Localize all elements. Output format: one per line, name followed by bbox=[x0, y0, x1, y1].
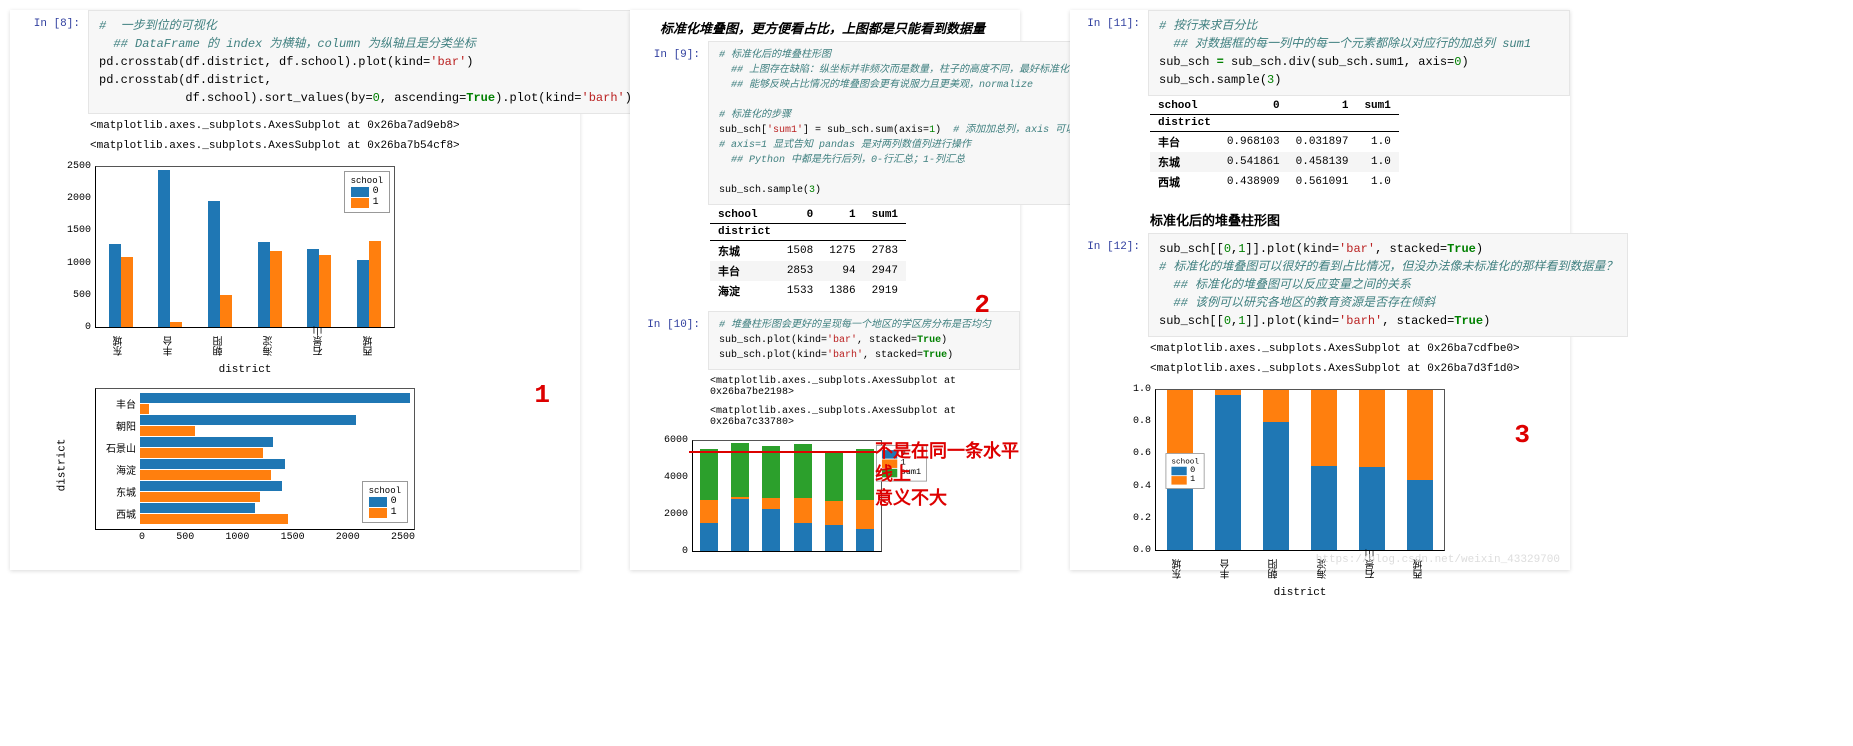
normalized-stacked-bar: 1.00.80.60.40.20.0 school 0 1 东城丰台朝阳海淀石景… bbox=[1155, 389, 1445, 551]
code-comment: ## DataFrame 的 index 为横轴，column 为纵轴且是分类坐… bbox=[99, 35, 632, 53]
annotation-text: 不是在同一条水平线上 意义不大 bbox=[875, 442, 1020, 512]
code-body-8[interactable]: # 一步到位的可视化 ## DataFrame 的 index 为横轴，colu… bbox=[88, 10, 643, 114]
legend: school 0 1 bbox=[344, 171, 390, 213]
x-ticks: 05001000150020002500 bbox=[95, 530, 415, 543]
code-line: pd.crosstab(df.district, bbox=[99, 71, 632, 89]
code-line: pd.crosstab(df.district, df.school).plot… bbox=[99, 53, 632, 71]
x-label: district bbox=[95, 364, 395, 376]
output-text: <matplotlib.axes._subplots.AxesSubplot a… bbox=[1070, 359, 1570, 379]
panel-3: In [11]: # 按行来求百分比 ## 对数据框的每一列中的每一个元素都除以… bbox=[1070, 10, 1570, 570]
prompt-in-8: In [8]: bbox=[10, 10, 88, 30]
table-row: 丰台0.9681030.0318971.0 bbox=[1150, 132, 1399, 153]
output-text: <matplotlib.axes._subplots.AxesSubplot a… bbox=[630, 372, 1020, 402]
table-row: 丰台2853942947 bbox=[710, 261, 906, 281]
prompt-in-11: In [11]: bbox=[1070, 10, 1148, 30]
legend: school 0 1 bbox=[362, 481, 408, 523]
annotation-2: 2 bbox=[974, 290, 990, 320]
code-body-10[interactable]: # 堆叠柱形图会更好的呈现每一个地区的学区房分布是否均匀 sub_sch.plo… bbox=[708, 311, 1020, 370]
table-row: 东城0.5418610.4581391.0 bbox=[1150, 152, 1399, 172]
code-comment: # 一步到位的可视化 bbox=[99, 17, 632, 35]
cell-in-11: In [11]: # 按行来求百分比 ## 对数据框的每一列中的每一个元素都除以… bbox=[1070, 10, 1570, 96]
table-row: 西城0.4389090.5610911.0 bbox=[1150, 172, 1399, 192]
y-ticks: 6000400020000 bbox=[658, 435, 688, 557]
legend: school 0 1 bbox=[1165, 453, 1204, 489]
watermark: https://blog.csdn.net/weixin_43329700 bbox=[1316, 554, 1560, 566]
y-label: district bbox=[56, 439, 68, 492]
cell-in-10: In [10]: # 堆叠柱形图会更好的呈现每一个地区的学区房分布是否均匀 su… bbox=[630, 311, 1020, 370]
heading: 标准化堆叠图，更方便看占比，上图都是只能看到数据量 bbox=[630, 10, 1020, 41]
cell-in-9: In [9]: # 标准化后的堆叠柱形图 ## 上图存在缺陷：纵坐标并非频次而是… bbox=[630, 41, 1020, 205]
table-row: 海淀153313862919 bbox=[710, 281, 906, 301]
prompt-in-12: In [12]: bbox=[1070, 233, 1148, 253]
bar-chart-grouped: 25002000150010005000 school 0 1 东城丰台朝阳海淀… bbox=[95, 166, 395, 328]
annotation-1: 1 bbox=[534, 380, 550, 410]
table-1: school01sum1 district 东城150812752783丰台28… bbox=[710, 207, 906, 301]
panel-1: In [8]: # 一步到位的可视化 ## DataFrame 的 index … bbox=[10, 10, 580, 570]
x-label: district bbox=[1155, 587, 1445, 599]
panel-2: 标准化堆叠图，更方便看占比，上图都是只能看到数据量 In [9]: # 标准化后… bbox=[630, 10, 1020, 570]
y-ticks: 25002000150010005000 bbox=[61, 161, 91, 333]
y-ticks: 1.00.80.60.40.20.0 bbox=[1121, 384, 1151, 556]
prompt-in-10: In [10]: bbox=[630, 311, 708, 331]
output-text: <matplotlib.axes._subplots.AxesSubplot a… bbox=[1070, 339, 1570, 359]
annotation-3: 3 bbox=[1514, 420, 1530, 450]
legend-title: school bbox=[369, 486, 401, 496]
legend-title: school bbox=[1171, 457, 1199, 466]
legend-title: school bbox=[351, 176, 383, 186]
code-line: df.school).sort_values(by=0, ascending=T… bbox=[99, 89, 632, 107]
heading: 标准化后的堆叠柱形图 bbox=[1070, 202, 1570, 233]
output-text: <matplotlib.axes._subplots.AxesSubplot a… bbox=[10, 116, 580, 136]
output-text: <matplotlib.axes._subplots.AxesSubplot a… bbox=[630, 402, 1020, 432]
code-body-11[interactable]: # 按行来求百分比 ## 对数据框的每一列中的每一个元素都除以对应行的加总列 s… bbox=[1148, 10, 1570, 96]
stacked-bar-chart: 6000400020000 0 1 sum1 bbox=[692, 440, 882, 552]
table-row: 东城150812752783 bbox=[710, 241, 906, 262]
cell-in-8: In [8]: # 一步到位的可视化 ## DataFrame 的 index … bbox=[10, 10, 580, 114]
output-text: <matplotlib.axes._subplots.AxesSubplot a… bbox=[10, 136, 580, 156]
cell-in-12: In [12]: sub_sch[[0,1]].plot(kind='bar',… bbox=[1070, 233, 1570, 337]
prompt-in-9: In [9]: bbox=[630, 41, 708, 61]
barh-chart: 丰台朝阳石景山海淀东城西城 school 0 1 district 050010… bbox=[95, 388, 415, 543]
table-2: school01sum1 district 丰台0.9681030.031897… bbox=[1150, 98, 1399, 192]
code-body-9[interactable]: # 标准化后的堆叠柱形图 ## 上图存在缺陷：纵坐标并非频次而是数量，柱子的高度… bbox=[708, 41, 1106, 205]
code-body-12[interactable]: sub_sch[[0,1]].plot(kind='bar', stacked=… bbox=[1148, 233, 1628, 337]
x-ticks: 东城丰台朝阳海淀石景山西城 bbox=[95, 326, 395, 356]
